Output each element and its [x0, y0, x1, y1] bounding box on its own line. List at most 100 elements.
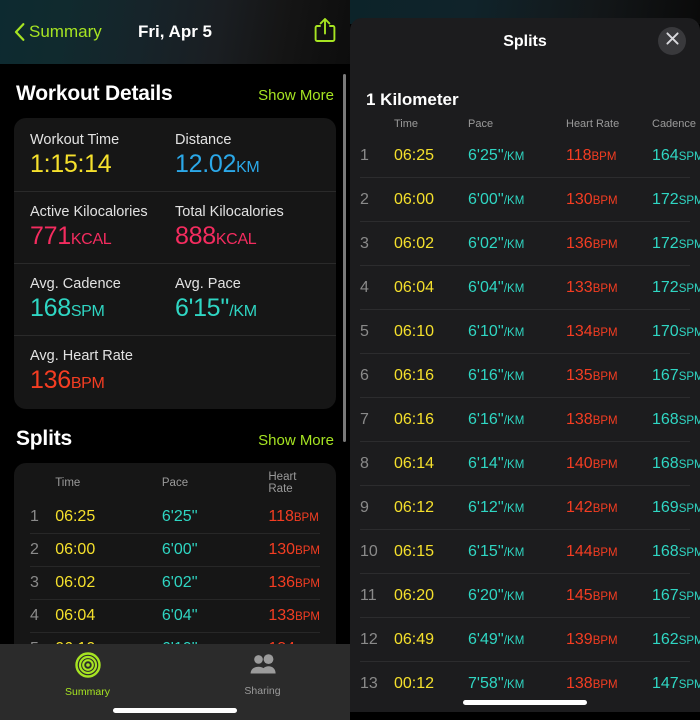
- table-row: 3 06:02 6'02'' 136BPM: [30, 566, 320, 600]
- row-time: 06:00: [394, 177, 468, 222]
- row-cadence: 167SPM: [652, 353, 700, 398]
- share-button[interactable]: [314, 17, 336, 48]
- row-pace: 6'25'': [161, 508, 198, 525]
- row-time: 06:16: [394, 397, 468, 442]
- row-time: 06:20: [394, 573, 468, 618]
- metric-spacer: [175, 348, 320, 395]
- row-cadence: 170SPM: [652, 309, 700, 354]
- row-heart-rate: 140BPM: [566, 441, 652, 486]
- metric-avg-heart-rate: Avg. Heart Rate 136BPM: [30, 348, 175, 395]
- metric-value: 1:15:14: [30, 150, 112, 178]
- row-index: 4: [30, 599, 56, 633]
- splits-table-body: 1 06:25 6'25'' 118BPM 2 06:00 6'00'' 130…: [30, 501, 320, 665]
- row-index: 4: [360, 265, 394, 310]
- row-heart-rate: 134BPM: [566, 309, 652, 354]
- table-row: 1 06:25 6'25'' 118BPM: [30, 501, 320, 534]
- row-heart-rate: 145BPM: [566, 573, 652, 618]
- row-index: 13: [360, 661, 394, 705]
- table-row: 10 06:15 6'15''/KM 144BPM 168SPM: [360, 529, 700, 574]
- metric-value: 888KCAL: [175, 222, 257, 250]
- row-index: 3: [360, 221, 394, 266]
- row-index: 12: [360, 617, 394, 662]
- row-cadence: 147SPM: [652, 661, 700, 705]
- navigation-bar: Summary Fri, Apr 5: [0, 0, 350, 64]
- row-time: 06:25: [55, 508, 96, 525]
- share-icon: [314, 17, 336, 48]
- col-header-index: [30, 463, 55, 501]
- row-cadence: 167SPM: [652, 573, 700, 618]
- row-time: 06:02: [55, 566, 162, 600]
- close-button[interactable]: [658, 27, 686, 55]
- row-pace: 6'02''/KM: [468, 221, 566, 266]
- metric-value: 12.02KM: [175, 150, 260, 178]
- table-header-row: Time Pace Heart Rate: [30, 463, 320, 501]
- splits-show-more[interactable]: Show More: [258, 432, 334, 449]
- col-header-heart-rate: Heart Rate: [268, 471, 297, 495]
- row-pace: 6'12''/KM: [468, 485, 566, 530]
- row-pace: 6'49''/KM: [468, 617, 566, 662]
- row-heart-rate: 138BPM: [566, 661, 652, 705]
- metric-value: 136BPM: [30, 366, 105, 394]
- row-index: 1: [360, 146, 369, 164]
- row-heart-rate: 130BPM: [566, 177, 652, 222]
- metric-label: Workout Time: [30, 132, 120, 148]
- workout-details-card: Workout Time 1:15:14 Distance 12.02KM Ac…: [14, 118, 336, 409]
- row-pace: 7'58''/KM: [468, 661, 566, 705]
- workout-summary-screen: Summary Fri, Apr 5 Workout Details Show …: [0, 0, 350, 720]
- metric-avg-pace: Avg. Pace 6'15''/KM: [175, 276, 320, 323]
- metric-label: Avg. Cadence: [30, 276, 121, 292]
- metric-distance: Distance 12.02KM: [175, 132, 320, 179]
- back-to-summary-button[interactable]: Summary: [14, 22, 102, 42]
- row-cadence: 168SPM: [652, 529, 700, 574]
- row-time: 06:02: [394, 221, 468, 266]
- row-heart-rate: 136BPM: [566, 221, 652, 266]
- table-row: 4 06:04 6'04'' 133BPM: [30, 599, 320, 633]
- row-heart-rate: 130BPM: [268, 533, 320, 567]
- metric-label: Active Kilocalories: [30, 204, 148, 220]
- table-row: 2 06:00 6'00''/KM 130BPM 172SPM: [360, 177, 700, 222]
- metric-row: Active Kilocalories 771KCAL Total Kiloca…: [14, 191, 336, 263]
- metric-workout-time: Workout Time 1:15:14: [30, 132, 175, 179]
- row-heart-rate: 138BPM: [566, 397, 652, 442]
- tab-sharing-label: Sharing: [244, 685, 281, 697]
- sheet-body[interactable]: 1 Kilometer Time Pace Heart Rate Cadence: [350, 66, 700, 705]
- vertical-scrollbar[interactable]: [343, 74, 346, 442]
- row-heart-rate: 144BPM: [566, 529, 652, 574]
- row-cadence: 172SPM: [652, 265, 700, 310]
- row-heart-rate: 118BPM: [268, 508, 319, 525]
- row-index: 1: [30, 508, 39, 525]
- row-pace: 6'25''/KM: [468, 146, 525, 164]
- splits-unit-title: 1 Kilometer: [366, 90, 459, 109]
- summary-scroll-area[interactable]: Workout Details Show More Workout Time 1…: [0, 64, 350, 720]
- row-heart-rate: 133BPM: [566, 265, 652, 310]
- table-row: 11 06:20 6'20''/KM 145BPM 167SPM: [360, 573, 700, 618]
- row-index: 8: [360, 441, 394, 486]
- splits-card: Time Pace Heart Rate 1 06:25 6'25'' 118B…: [14, 463, 336, 665]
- row-index: 2: [360, 177, 394, 222]
- row-heart-rate: 136BPM: [268, 566, 320, 600]
- close-icon: [665, 32, 679, 50]
- metric-row: Avg. Cadence 168SPM Avg. Pace 6'15''/KM: [14, 263, 336, 335]
- workout-details-show-more[interactable]: Show More: [258, 87, 334, 104]
- row-cadence: 172SPM: [652, 177, 700, 222]
- table-row: 4 06:04 6'04''/KM 133BPM 172SPM: [360, 265, 700, 310]
- row-pace: 6'04'': [161, 599, 269, 633]
- row-heart-rate: 118BPM: [566, 146, 617, 164]
- table-row: 12 06:49 6'49''/KM 139BPM 162SPM: [360, 617, 700, 662]
- metric-label: Avg. Pace: [175, 276, 241, 292]
- metric-label: Avg. Heart Rate: [30, 348, 133, 364]
- row-cadence: 164SPM: [652, 146, 700, 164]
- row-pace: 6'16''/KM: [468, 353, 566, 398]
- row-pace: 6'10''/KM: [468, 309, 566, 354]
- workout-details-header: Workout Details Show More: [14, 64, 336, 118]
- row-pace: 6'15''/KM: [468, 529, 566, 574]
- row-pace: 6'16''/KM: [468, 397, 566, 442]
- col-header-pace: Pace: [468, 118, 494, 130]
- row-time: 06:49: [394, 617, 468, 662]
- row-time: 06:25: [394, 146, 435, 164]
- row-heart-rate: 142BPM: [566, 485, 652, 530]
- table-row: 8 06:14 6'14''/KM 140BPM 168SPM: [360, 441, 700, 486]
- chevron-left-icon: [14, 23, 25, 41]
- splits-detail-table: Time Pace Heart Rate Cadence 1 06:25 6'2…: [360, 112, 700, 705]
- table-row: 6 06:16 6'16''/KM 135BPM 167SPM: [360, 353, 700, 398]
